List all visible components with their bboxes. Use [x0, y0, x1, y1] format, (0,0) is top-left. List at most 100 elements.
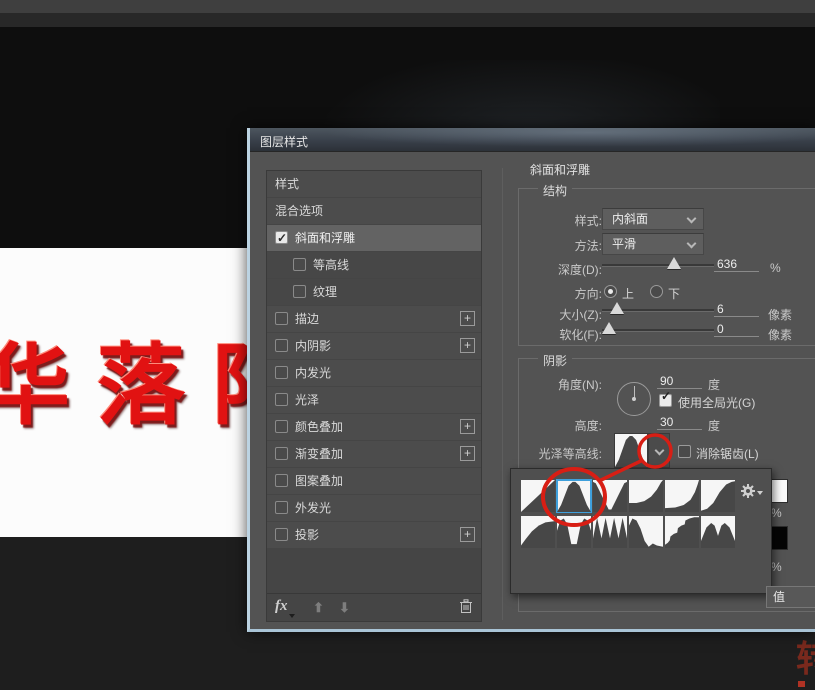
direction-down-radio[interactable]: [650, 285, 663, 298]
picker-menu-button[interactable]: [740, 483, 756, 502]
effect-row-2[interactable]: 斜面和浮雕: [267, 225, 481, 251]
delete-effect-button[interactable]: [459, 599, 473, 617]
chevron-down-icon: [687, 214, 697, 224]
global-light-label: 使用全局光(G): [678, 394, 755, 411]
gloss-contour-dropdown-button[interactable]: [648, 433, 670, 468]
angle-input[interactable]: 90: [657, 374, 702, 389]
contour-shape-icon: [521, 516, 555, 548]
contour-option-环形[interactable]: [557, 516, 591, 548]
add-instance-button[interactable]: +: [460, 338, 475, 353]
fx-menu-button[interactable]: fx: [275, 598, 288, 615]
soften-input[interactable]: 0: [714, 322, 759, 337]
add-instance-button[interactable]: +: [460, 527, 475, 542]
effect-row-4[interactable]: 纹理: [267, 279, 481, 305]
effect-label: 混合选项: [275, 204, 323, 218]
contour-option-内凹 - 浅[interactable]: [665, 480, 699, 512]
add-instance-button[interactable]: +: [460, 446, 475, 461]
chevron-down-icon: [655, 446, 665, 456]
add-instance-button[interactable]: +: [460, 311, 475, 326]
contour-option-锥形 - 反转[interactable]: [593, 480, 627, 512]
angle-center-dot: [632, 397, 636, 401]
depth-label: 深度(D):: [512, 261, 602, 278]
direction-up-radio[interactable]: [604, 285, 617, 298]
contour-option-锥形[interactable]: [557, 480, 591, 512]
contour-shape-icon: [521, 480, 555, 512]
contour-shape-icon: [593, 516, 627, 548]
effect-checkbox[interactable]: [275, 501, 288, 514]
style-dropdown[interactable]: 内斜面: [602, 208, 704, 230]
effect-label: 等高线: [313, 258, 349, 272]
effect-checkbox[interactable]: [293, 258, 306, 271]
contour-option-滚动斜坡 - 递减[interactable]: [629, 516, 663, 548]
contour-shape-icon: [557, 516, 591, 548]
contour-option-高斯[interactable]: [701, 480, 735, 512]
contour-option-环形 - 双[interactable]: [593, 516, 627, 548]
panel-divider: [502, 168, 503, 620]
shadow-color-swatch[interactable]: [771, 526, 788, 550]
effect-row-9[interactable]: 颜色叠加+: [267, 414, 481, 440]
global-light-checkbox[interactable]: [659, 394, 672, 407]
antialias-checkbox[interactable]: [678, 445, 691, 458]
effect-checkbox[interactable]: [275, 312, 288, 325]
soften-unit: 像素: [768, 326, 792, 343]
effect-row-10[interactable]: 渐变叠加+: [267, 441, 481, 467]
gloss-contour-thumbnail[interactable]: [614, 433, 648, 468]
highlight-opacity-unit: %: [771, 506, 782, 520]
effect-row-11[interactable]: 图案叠加: [267, 468, 481, 494]
slider-handle[interactable]: [667, 257, 681, 269]
move-effect-down-button[interactable]: ⬇: [339, 600, 350, 616]
contour-shape-icon: [665, 480, 699, 512]
effect-label: 光泽: [295, 393, 319, 407]
contour-shape-icon: [665, 516, 699, 548]
move-effect-up-button[interactable]: ⬆: [313, 600, 324, 616]
size-slider[interactable]: [602, 303, 714, 317]
contour-option-锯齿 1[interactable]: [701, 516, 735, 548]
effect-row-12[interactable]: 外发光: [267, 495, 481, 521]
effect-checkbox[interactable]: [275, 231, 288, 244]
effect-checkbox[interactable]: [293, 285, 306, 298]
add-instance-button[interactable]: +: [460, 419, 475, 434]
highlight-color-swatch[interactable]: [771, 479, 788, 503]
method-label: 方法:: [512, 237, 602, 254]
slider-handle[interactable]: [610, 302, 624, 314]
effect-row-7[interactable]: 内发光: [267, 360, 481, 386]
effect-row-3[interactable]: 等高线: [267, 252, 481, 278]
depth-slider[interactable]: [602, 258, 714, 272]
gloss-contour-label: 光泽等高线:: [512, 445, 602, 462]
effect-checkbox[interactable]: [275, 339, 288, 352]
altitude-input[interactable]: 30: [657, 415, 702, 430]
effect-row-6[interactable]: 内阴影+: [267, 333, 481, 359]
effect-checkbox[interactable]: [275, 528, 288, 541]
contour-option-内凹 - 深[interactable]: [629, 480, 663, 512]
effect-row-0[interactable]: 样式: [267, 171, 481, 197]
effect-checkbox[interactable]: [275, 447, 288, 460]
contour-option-半圆[interactable]: [521, 516, 555, 548]
effect-checkbox[interactable]: [275, 393, 288, 406]
soften-slider[interactable]: [602, 323, 714, 337]
angle-label: 角度(N):: [512, 376, 602, 393]
effect-label: 投影: [295, 528, 319, 542]
slider-handle[interactable]: [602, 322, 616, 334]
set-default-button[interactable]: 值: [766, 586, 815, 608]
effect-row-1[interactable]: 混合选项: [267, 198, 481, 224]
contour-option-圆形台阶[interactable]: [665, 516, 699, 548]
angle-unit: 度: [708, 376, 720, 393]
effects-list-footer: fx ⬆ ⬇: [267, 593, 481, 621]
depth-input[interactable]: 636: [714, 257, 759, 272]
effect-checkbox[interactable]: [275, 420, 288, 433]
dialog-titlebar[interactable]: 图层样式: [250, 128, 815, 152]
method-value: 平滑: [612, 237, 636, 251]
soften-label: 软化(F):: [512, 326, 602, 343]
effect-label: 图案叠加: [295, 474, 343, 488]
effect-checkbox[interactable]: [275, 474, 288, 487]
method-dropdown[interactable]: 平滑: [602, 233, 704, 255]
contour-option-线性[interactable]: [521, 480, 555, 512]
document-canvas[interactable]: 华落阳: [0, 248, 247, 537]
contour-shape-icon: [593, 480, 627, 512]
effect-checkbox[interactable]: [275, 366, 288, 379]
effect-row-8[interactable]: 光泽: [267, 387, 481, 413]
size-input[interactable]: 6: [714, 302, 759, 317]
effect-row-5[interactable]: 描边+: [267, 306, 481, 332]
effect-row-13[interactable]: 投影 +: [267, 522, 481, 548]
angle-dial[interactable]: [617, 382, 651, 416]
